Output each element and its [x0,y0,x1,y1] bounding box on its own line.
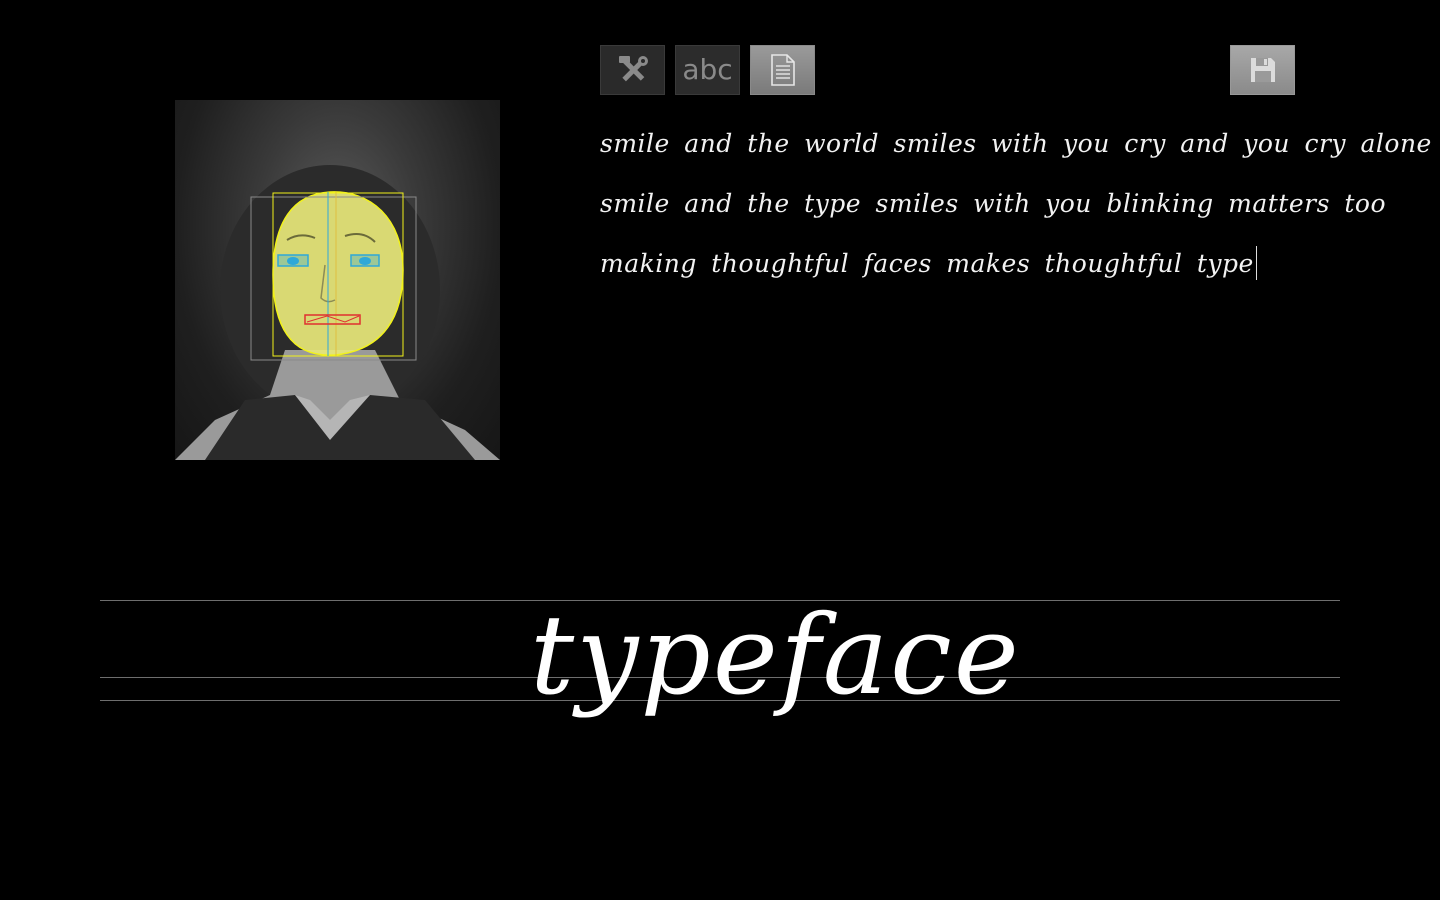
face-tracking-overlay [175,165,500,460]
tools-button[interactable] [600,45,665,95]
tools-icon [618,56,648,82]
text-cursor [1255,246,1257,280]
document-icon [770,54,795,86]
save-icon [1250,58,1275,82]
abc-label: abc [682,53,733,86]
left-pupil [287,257,299,265]
save-button[interactable] [1230,45,1295,95]
typeface-preview-word: typeface [530,591,1021,719]
text-line: smile and the world smiles with you cry … [600,129,1432,158]
right-pupil [359,257,371,265]
text-line: smile and the type smiles with you blink… [600,189,1387,218]
document-button[interactable] [750,45,815,95]
typed-text-area[interactable]: smile and the world smiles with you cry … [600,118,1432,298]
abc-button[interactable]: abc [675,45,740,95]
face-camera-view [175,100,500,460]
face-mask [273,191,403,356]
text-line: making thoughtful faces makes thoughtful… [600,238,1320,298]
